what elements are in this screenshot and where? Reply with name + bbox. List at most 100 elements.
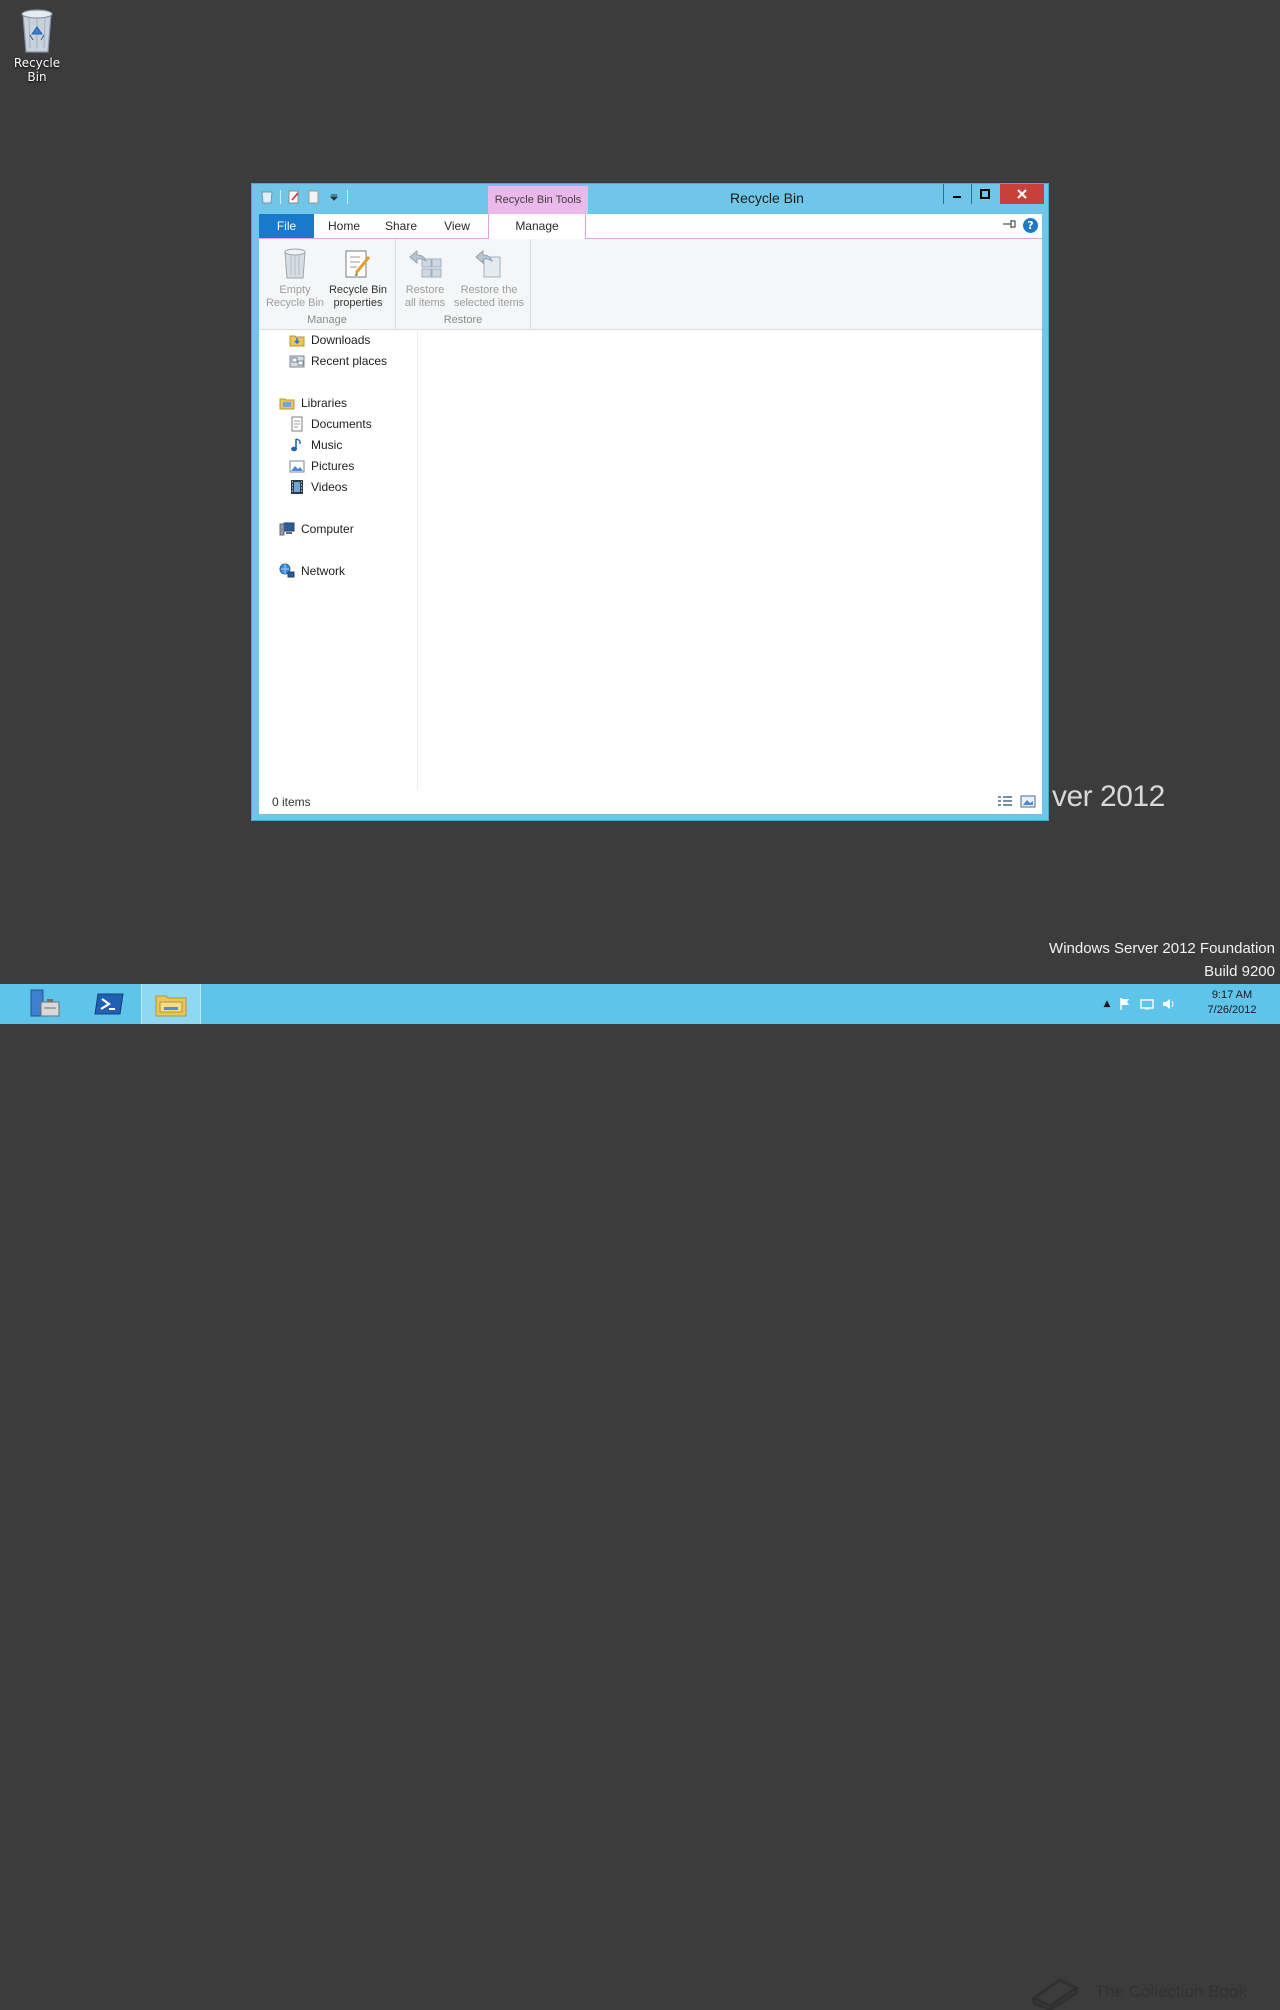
nav-item-downloads[interactable]: Downloads [289,330,370,350]
restore-all-icon [409,249,442,278]
button-label-line2: selected items [453,297,525,309]
button-label-line2: all items [404,297,446,309]
computer-icon [279,521,295,537]
button-label-line1: Restore [405,284,445,296]
details-view-button[interactable] [997,795,1013,808]
details-view-icon [998,796,1012,806]
button-label-line1: Restore the [460,284,518,296]
nav-item-computer[interactable]: Computer [279,519,354,539]
quick-access-toolbar [260,190,348,204]
recent-places-icon [289,353,305,369]
large-icons-view-icon [1020,795,1036,808]
nav-item-network[interactable]: Network [279,561,345,581]
nav-item-documents[interactable]: Documents [289,414,372,434]
nav-item-pictures[interactable]: Pictures [289,456,354,476]
file-explorer-button[interactable] [141,984,201,1024]
maximize-button[interactable] [972,184,998,204]
libraries-icon [279,395,295,411]
window-bin-icon[interactable] [260,190,274,204]
empty-recycle-bin-button[interactable]: Empty Recycle Bin [265,243,325,310]
status-bar: 0 items [259,790,1042,814]
clock-time: 9:17 AM [1211,989,1253,1001]
empty-recycle-bin-icon [284,248,306,279]
pictures-icon [289,458,305,474]
help-icon[interactable]: ? [1023,218,1038,233]
nav-item-recent-places[interactable]: Recent places [289,351,387,371]
system-tray: ▲ [1100,984,1180,1024]
taskbar: The Collection Book ▲ 9:17 AM 7/26/2012 [0,984,1280,2010]
nav-item-label: Libraries [301,396,348,410]
ribbon-group-label: Restore [443,314,483,326]
nav-item-label: Network [301,564,346,578]
nav-item-label: Pictures [311,459,355,473]
collection-book-watermark: The Collection Book [1030,1974,1247,2010]
nav-item-label: Music [311,438,343,452]
qat-separator [280,190,281,204]
large-icons-view-button[interactable] [1020,795,1036,808]
close-button[interactable] [1000,184,1044,204]
ribbon-group-manage: Empty Recycle Bin Recycle Bin properties… [259,239,396,329]
restore-selected-items-button[interactable]: Restore the selected items [450,243,528,310]
properties-icon[interactable] [287,190,301,204]
maximize-icon [980,189,990,199]
brand-watermark: ver 2012 [1052,780,1165,813]
close-icon [1017,189,1027,199]
recycle-bin-properties-button[interactable]: Recycle Bin properties [325,243,391,310]
navigation-pane[interactable]: Downloads Recent places Libraries Docume… [259,330,418,790]
recycle-bin-tools-contextual-tab: Recycle Bin Tools [488,186,588,214]
ribbon-group-restore: Restore all items Restore the selected i… [396,239,531,329]
ribbon-tabs: File Home Share View Manage ? [259,214,1042,239]
music-icon [289,437,305,453]
explorer-content: Downloads Recent places Libraries Docume… [259,330,1042,790]
desktop-icon-label: Recycle Bin [13,56,61,84]
minimize-icon [953,196,961,198]
file-explorer-icon [155,995,187,1017]
button-label-line1: Recycle Bin [328,284,388,296]
properties-page-icon [345,250,371,278]
powershell-icon [94,993,124,1015]
file-list-area[interactable] [418,330,1042,790]
show-hidden-icons-icon[interactable]: ▲ [1100,999,1114,1009]
server-manager-button[interactable] [16,984,74,1024]
tab-file[interactable]: File [259,214,314,238]
button-label-line2: Recycle Bin [265,297,325,309]
desktop-recycle-bin-shortcut[interactable]: Recycle Bin [4,6,70,84]
tab-home[interactable]: Home [319,214,369,238]
title-bar[interactable]: Recycle Bin Tools Recycle Bin [252,184,1048,214]
item-count: 0 items [272,795,311,809]
nav-item-label: Documents [311,417,372,431]
ribbon-group-label: Manage [307,314,347,326]
minimize-button[interactable] [944,184,970,204]
nav-item-label: Recent places [311,354,388,368]
qat-separator [347,190,348,204]
edition-watermark: Windows Server 2012 Foundation [1049,940,1275,957]
customize-qat-chevron-icon[interactable] [327,190,341,204]
nav-item-music[interactable]: Music [289,435,342,455]
recycle-bin-icon [21,9,53,53]
recycle-bin-window: Recycle Bin Tools Recycle Bin File Home … [251,183,1049,821]
clock-date: 7/26/2012 [1207,1004,1257,1016]
button-label-line1: Empty [279,284,311,296]
window-title: Recycle Bin [730,190,804,206]
tab-view[interactable]: View [431,214,483,238]
restore-all-items-button[interactable]: Restore all items [400,243,450,310]
nav-item-label: Videos [311,480,348,494]
action-center-flag-icon[interactable] [1114,997,1136,1011]
tab-share[interactable]: Share [375,214,427,238]
network-tray-icon[interactable] [1136,997,1158,1011]
taskbar-clock[interactable]: 9:17 AM 7/26/2012 [1196,988,1268,1018]
nav-item-libraries[interactable]: Libraries [279,393,347,413]
nav-item-label: Computer [301,522,354,536]
volume-icon[interactable] [1158,997,1180,1011]
network-icon [279,563,295,579]
tab-manage[interactable]: Manage [488,214,586,239]
documents-icon [289,416,305,432]
restore-selected-icon [475,249,501,278]
powershell-button[interactable] [80,984,138,1024]
build-watermark: Build 9200 [1204,963,1275,980]
minimize-ribbon-icon[interactable] [1001,218,1019,234]
new-folder-icon[interactable] [307,190,321,204]
book-logo-icon [1031,1978,1079,2010]
videos-icon [289,479,305,495]
nav-item-videos[interactable]: Videos [289,477,347,497]
